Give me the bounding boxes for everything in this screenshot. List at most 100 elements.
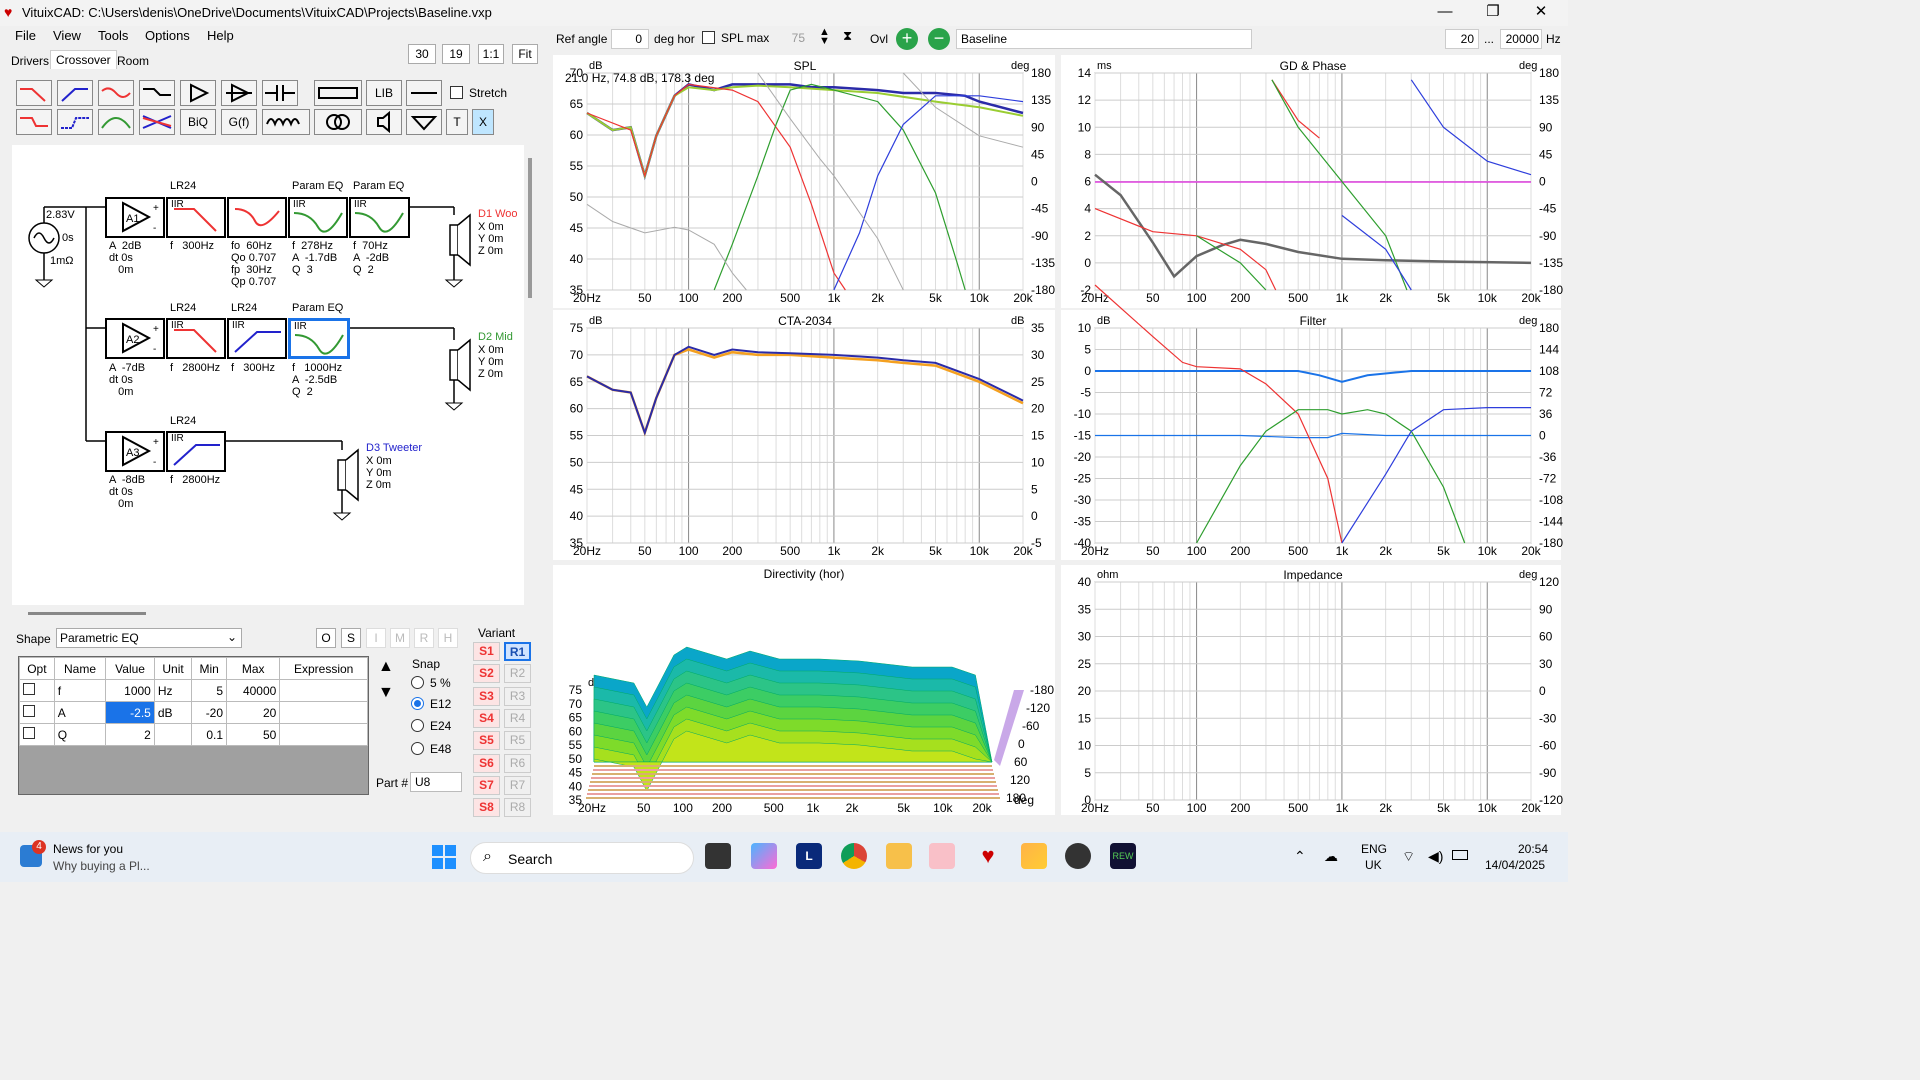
gd-ytick-left: 6 [1084,175,1091,189]
l-app-icon[interactable]: L [796,843,822,869]
clock-date: 14/04/2025 [1485,858,1546,872]
cta-xtick: 10k [970,544,990,558]
clock-time[interactable]: 20:54 [1518,842,1548,856]
filter-ytick-left: 10 [1078,321,1092,335]
gd-xtick: 500 [1288,291,1308,305]
filter-total-curve [1095,370,1531,383]
filter-ytick-left: -25 [1074,472,1092,486]
gd-ytick-left: 2 [1084,229,1091,243]
search-icon: ⌕ [483,848,492,865]
filter-ytick-left: -35 [1074,515,1092,529]
gd-ytick-left: 0 [1084,256,1091,270]
news-title[interactable]: News for you [53,842,123,856]
spl-xtick: 10k [970,291,990,305]
cta-ytick-right: 0 [1031,509,1038,523]
cta-on-axis-curve [586,345,1024,436]
spl-title: SPL [794,59,817,73]
lang-1[interactable]: ENG [1361,842,1387,856]
gd-unit-right: deg [1519,60,1537,72]
gd-ytick-left: 4 [1084,202,1091,216]
imp-ytick-right: -60 [1539,739,1557,753]
taskbar-search[interactable]: ⌕ Search [470,842,694,874]
filter-ytick-right: 0 [1539,429,1546,443]
spl-ytick-right: -90 [1031,229,1049,243]
filter-xtick: 2k [1379,544,1393,558]
gd-ytick-left: 14 [1078,66,1092,80]
filter-xtick: 1k [1336,544,1350,558]
cta-unit-right: dB [1011,315,1024,327]
news-badge: 4 [32,840,46,854]
vituixcad-icon[interactable]: ♥ [975,843,1001,869]
imp-ytick-left: 20 [1078,684,1092,698]
battery-icon[interactable] [1452,850,1468,860]
chrome-icon[interactable] [841,843,867,869]
filter-ytick-right: -72 [1539,472,1557,486]
gd-ytick-right: -90 [1539,229,1557,243]
filter-ytick-right: 108 [1539,364,1559,378]
filter-xtick: 200 [1230,544,1250,558]
rew-icon[interactable]: REW [1110,843,1136,869]
gd-xtick: 10k [1478,291,1498,305]
imp-ytick-left: 35 [1078,602,1092,616]
filter-ytick-left: -5 [1080,386,1091,400]
imp-ytick-right: 90 [1539,602,1553,616]
snipping-tool-icon[interactable] [929,843,955,869]
cta-ytick-left: 55 [570,429,584,443]
app-dark-icon[interactable] [1065,843,1091,869]
imp-ytick-left: 15 [1078,711,1092,725]
spl-ytick-right: -180 [1031,283,1055,297]
tray-chevron-icon[interactable]: ⌃ [1294,848,1306,865]
imp-xtick: 10k [1478,801,1498,815]
volume-icon[interactable]: ◀) [1428,848,1443,865]
spl-ytick-left: 45 [570,221,584,235]
cta-xtick: 200 [722,544,742,558]
dir-ytick: 75 [569,683,583,697]
cta-ytick-left: 40 [570,509,584,523]
gd-ytick-right: 180 [1539,66,1559,80]
gd-xtick: 1k [1336,291,1350,305]
dir-xtick: 2k [846,801,860,815]
dir-ytick: 55 [569,738,583,752]
spl-total-curve [586,83,1024,181]
gd-xtick: 20k [1521,291,1541,305]
cta-ytick-right: 15 [1031,429,1045,443]
app-wave-icon[interactable] [1021,843,1047,869]
spl-ytick-right: -135 [1031,256,1055,270]
cta-xtick: 100 [679,544,699,558]
spl-xtick: 20k [1013,291,1033,305]
imp-xtick: 200 [1230,801,1250,815]
filter-ytick-left: -30 [1074,493,1092,507]
gd-unit-left: ms [1097,60,1112,72]
filter-ytick-right: 144 [1539,343,1559,357]
imp-unit-left: ohm [1097,569,1118,581]
filter-xtick: 10k [1478,544,1498,558]
wifi-icon[interactable]: ⌔ [1402,848,1415,866]
spl-ytick-right: 45 [1031,147,1045,161]
spl-overlay-curve [586,84,1024,180]
dir-angle-tick: -120 [1026,701,1050,715]
cta-xtick: 2k [871,544,885,558]
cloud-icon[interactable]: ☁ [1324,848,1338,865]
filter-ytick-right: -180 [1539,536,1563,550]
cta-ytick-left: 60 [570,402,584,416]
gd-tweeter-curve [1341,214,1412,291]
spl-xtick: 500 [780,291,800,305]
copilot-icon[interactable] [751,843,777,869]
spl-ytick-left: 55 [570,159,584,173]
gd-ytick-right: 45 [1539,147,1553,161]
cta-xtick: 5k [929,544,943,558]
dir-xtick: 200 [712,801,732,815]
filter-ytick-right: 72 [1539,386,1553,400]
imp-ytick-left: 25 [1078,657,1092,671]
gd-ytick-right: -135 [1539,256,1563,270]
windows-start-icon[interactable] [432,845,456,869]
dir-xtick: 10k [933,801,953,815]
dir-xtick: 1k [807,801,821,815]
file-explorer-icon[interactable] [886,843,912,869]
imp-ytick-left: 5 [1084,766,1091,780]
task-view-icon[interactable] [705,843,731,869]
filter-ytick-right: 180 [1539,321,1559,335]
filter-ytick-left: 5 [1084,343,1091,357]
filter-xtick: 20k [1521,544,1541,558]
dir-angle-tick: 120 [1010,773,1030,787]
